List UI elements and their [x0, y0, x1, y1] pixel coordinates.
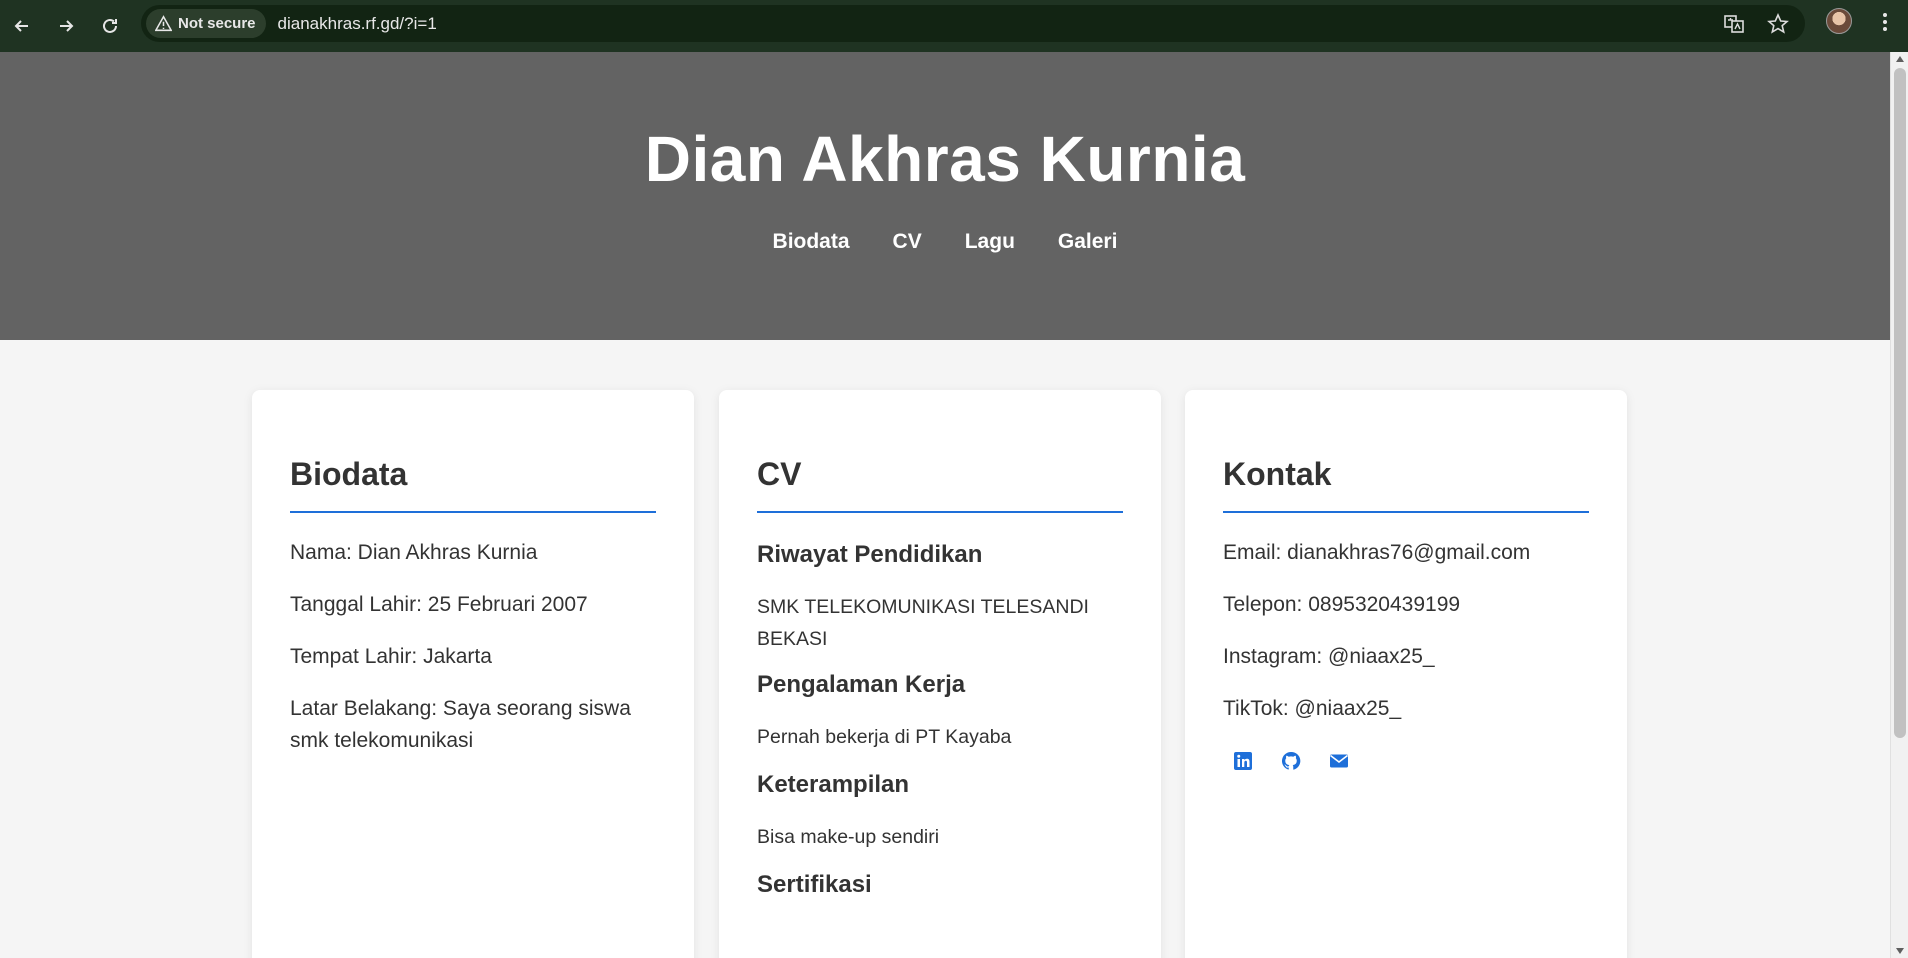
page-scrollbar[interactable] — [1890, 52, 1908, 958]
cv-skills-text: Bisa make-up sendiri — [757, 826, 940, 848]
nav-link-biodata[interactable]: Biodata — [773, 230, 850, 254]
nav-link-cv[interactable]: CV — [893, 230, 922, 254]
kontak-instagram: Instagram: @niaax25_ — [1223, 645, 1435, 668]
kontak-tiktok: TikTok: @niaax25_ — [1223, 697, 1402, 720]
profile-avatar[interactable] — [1826, 8, 1852, 34]
browser-toolbar: Not secure dianakhras.rf.gd/?i=1 — [0, 0, 1908, 52]
linkedin-link[interactable] — [1233, 751, 1253, 771]
kontak-card: Kontak Email: dianakhras76@gmail.com Tel… — [1185, 390, 1627, 958]
cv-education-text: SMK TELEKOMUNIKASI TELESANDI BEKASI — [757, 596, 1089, 650]
cv-skills-title: Keterampilan — [757, 771, 910, 798]
security-label: Not secure — [178, 15, 256, 32]
kebab-menu-icon — [1883, 13, 1887, 31]
nav-link-galeri[interactable]: Galeri — [1058, 230, 1118, 254]
arrow-left-icon — [14, 20, 28, 32]
scroll-up-arrow-icon[interactable] — [1896, 56, 1904, 62]
reload-icon — [103, 18, 117, 33]
biodata-birthdate: Tanggal Lahir: 25 Februari 2007 — [290, 593, 588, 616]
security-chip[interactable]: Not secure — [146, 9, 266, 38]
kontak-heading: Kontak — [1223, 456, 1589, 513]
github-icon — [1281, 751, 1301, 770]
biodata-name: Nama: Dian Akhras Kurnia — [290, 541, 538, 564]
menu-button[interactable] — [1872, 8, 1898, 36]
url-text[interactable]: dianakhras.rf.gd/?i=1 — [278, 14, 437, 34]
page-header: Dian Akhras Kurnia Biodata CV Lagu Galer… — [0, 52, 1890, 340]
linkedin-icon — [1234, 752, 1252, 770]
cv-education-title: Riwayat Pendidikan — [757, 541, 983, 568]
biodata-heading: Biodata — [290, 456, 656, 513]
translate-icon[interactable] — [1723, 13, 1745, 35]
kontak-email: Email: dianakhras76@gmail.com — [1223, 541, 1531, 564]
nav-link-lagu[interactable]: Lagu — [965, 230, 1015, 254]
social-links — [1223, 751, 1589, 771]
bookmark-star-icon[interactable] — [1767, 12, 1789, 35]
arrow-right-icon — [60, 20, 74, 32]
cv-certification-title: Sertifikasi — [757, 871, 872, 898]
page-title: Dian Akhras Kurnia — [644, 123, 1246, 195]
cv-heading: CV — [757, 456, 1123, 513]
cv-experience-title: Pengalaman Kerja — [757, 671, 966, 698]
scroll-down-arrow-icon[interactable] — [1896, 948, 1904, 954]
back-button[interactable] — [0, 4, 44, 48]
kontak-phone: Telepon: 0895320439199 — [1223, 593, 1461, 616]
main-nav: Biodata CV Lagu Galeri — [0, 230, 1890, 254]
reload-button[interactable] — [88, 4, 132, 48]
cv-experience-text: Pernah bekerja di PT Kayaba — [757, 726, 1012, 748]
github-link[interactable] — [1281, 751, 1301, 771]
address-bar[interactable]: Not secure dianakhras.rf.gd/?i=1 — [141, 5, 1805, 42]
scroll-thumb[interactable] — [1894, 68, 1906, 738]
forward-button[interactable] — [44, 4, 88, 48]
biodata-birthplace: Tempat Lahir: Jakarta — [290, 645, 492, 668]
warning-icon — [155, 15, 172, 32]
biodata-card: Biodata Nama: Dian Akhras Kurnia Tanggal… — [252, 390, 694, 958]
email-link[interactable] — [1329, 751, 1349, 771]
biodata-background: Latar Belakang: Saya seorang siswa smk t… — [290, 697, 631, 752]
cv-card: CV Riwayat Pendidikan SMK TELEKOMUNIKASI… — [719, 390, 1161, 958]
envelope-icon — [1330, 754, 1348, 768]
